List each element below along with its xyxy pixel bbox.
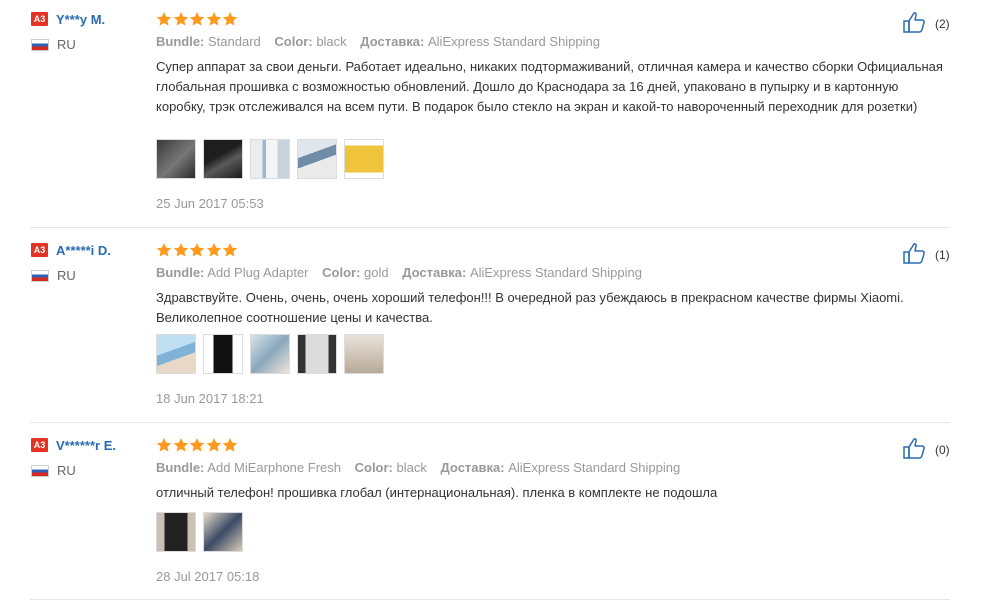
star-icon [156,242,172,258]
review-photo[interactable] [203,512,243,552]
review-photo[interactable] [156,512,196,552]
color-value: gold [364,265,389,280]
star-icon [189,437,205,453]
review-photo[interactable] [344,139,384,179]
review-photo[interactable] [344,334,384,374]
reviewer-name[interactable]: V******r E. [56,438,116,453]
thumbs-up-icon [903,437,927,462]
review-photo[interactable] [297,334,337,374]
review-item: A3 V******r E. RU Bundle: Add MiEarphone… [0,426,984,602]
review-photo[interactable] [297,139,337,179]
delivery-value: AliExpress Standard Shipping [469,265,642,280]
helpful-count: (0) [935,442,950,457]
review-photo[interactable] [250,334,290,374]
thumbs-up-icon [903,242,927,267]
color-label: Color: [354,460,393,475]
star-icon [222,242,238,258]
bundle-label: Bundle: [156,460,205,475]
star-icon [222,11,238,27]
review-photo[interactable] [250,139,290,179]
review-text: Супер аппарат за свои деньги. Работает и… [156,59,943,114]
delivery-label: Доставка: [402,265,467,280]
reviewer-info: A3 A*****i D. RU [31,241,151,283]
russia-flag-icon [31,464,49,477]
helpful-count: (2) [935,16,950,31]
star-icon [173,242,189,258]
helpful-count: (1) [935,247,950,262]
bundle-label: Bundle: [156,34,205,49]
bundle-label: Bundle: [156,265,205,280]
star-rating [156,437,239,453]
order-info: Bundle: Standard Color: black Доставка: … [156,34,610,49]
review-divider [30,422,950,423]
order-info: Bundle: Add MiEarphone Fresh Color: blac… [156,460,690,475]
reviewer-country: RU [57,37,76,52]
star-icon [173,437,189,453]
buyer-level-badge: A3 [31,12,48,26]
color-label: Color: [274,34,313,49]
star-rating [156,11,239,27]
color-value: black [396,460,427,475]
star-icon [189,242,205,258]
star-rating [156,242,239,258]
review-item: A3 Y***y M. RU Bundle: Standard Color: b… [0,0,984,228]
review-item: A3 A*****i D. RU Bundle: Add Plug Adapte… [0,231,984,423]
bundle-value: Add Plug Adapter [207,265,309,280]
star-icon [206,437,222,453]
reviewer-name[interactable]: A*****i D. [56,243,111,258]
delivery-value: AliExpress Standard Shipping [508,460,681,475]
buyer-level-badge: A3 [31,243,48,257]
bundle-value: Add MiEarphone Fresh [207,460,341,475]
star-icon [222,437,238,453]
russia-flag-icon [31,269,49,282]
reviewer-info: A3 V******r E. RU [31,436,151,478]
star-icon [206,242,222,258]
star-icon [156,11,172,27]
order-info: Bundle: Add Plug Adapter Color: gold Дос… [156,265,652,280]
russia-flag-icon [31,38,49,51]
delivery-value: AliExpress Standard Shipping [428,34,600,49]
star-icon [189,11,205,27]
delivery-label: Доставка: [440,460,505,475]
helpful-button[interactable]: (2) [903,11,950,36]
review-date: 25 Jun 2017 05:53 [156,196,264,211]
review-photos [156,334,391,374]
review-divider [30,599,950,600]
review-photo[interactable] [203,139,243,179]
star-icon [206,11,222,27]
bundle-value: Standard [208,34,261,49]
review-photo[interactable] [203,334,243,374]
review-photo[interactable] [156,139,196,179]
review-photos [156,139,391,179]
helpful-button[interactable]: (0) [903,437,950,462]
buyer-level-badge: A3 [31,438,48,452]
review-date: 18 Jun 2017 18:21 [156,391,264,406]
reviewer-name[interactable]: Y***y M. [56,12,105,27]
star-icon [173,11,189,27]
color-value: black [316,34,347,49]
reviewer-country: RU [57,268,76,283]
delivery-label: Доставка: [360,34,425,49]
review-text: Здравствуйте. Очень, очень, очень хороши… [156,290,904,325]
star-icon [156,437,172,453]
review-photo[interactable] [156,334,196,374]
color-label: Color: [322,265,361,280]
review-text: отличный телефон! прошивка глобал (интер… [156,485,718,500]
review-date: 28 Jul 2017 05:18 [156,569,260,584]
thumbs-up-icon [903,11,927,36]
reviewer-country: RU [57,463,76,478]
reviewer-info: A3 Y***y M. RU [31,10,151,52]
review-divider [30,227,950,228]
helpful-button[interactable]: (1) [903,242,950,267]
review-photos [156,512,250,552]
